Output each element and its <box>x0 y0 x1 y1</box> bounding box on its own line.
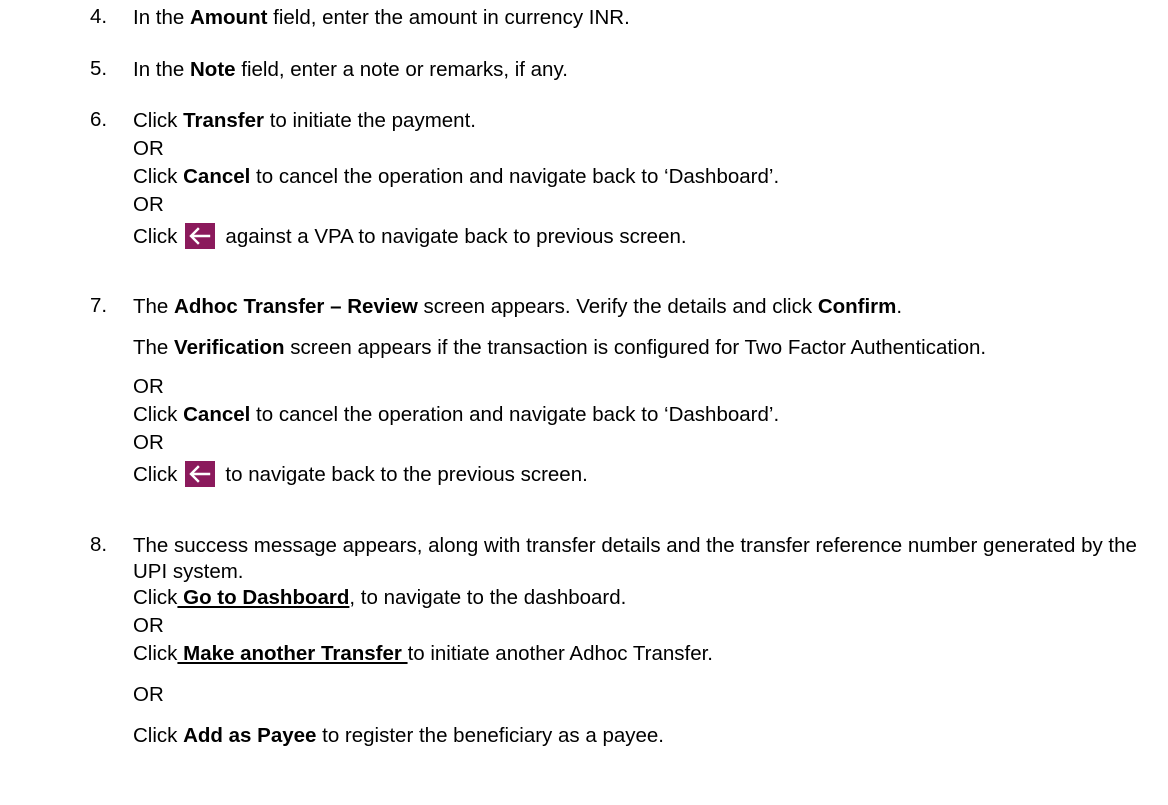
button-name-transfer: Transfer <box>183 109 265 132</box>
text: to initiate another Adhoc Transfer. <box>407 642 713 665</box>
text: In the <box>133 58 190 81</box>
or-separator: OR <box>133 431 164 454</box>
text: , to navigate to the dashboard. <box>349 586 627 609</box>
or-separator: OR <box>133 683 164 706</box>
text: to cancel the operation and navigate bac… <box>250 165 780 188</box>
text: Click <box>133 586 178 609</box>
text: Click <box>133 642 178 665</box>
button-name-cancel: Cancel <box>183 403 251 426</box>
button-name-confirm: Confirm <box>817 295 897 318</box>
or-separator: OR <box>133 193 164 216</box>
button-name-add-as-payee: Add as Payee <box>183 724 317 747</box>
text: Click <box>133 109 184 132</box>
step-number: 4. <box>90 5 108 28</box>
text: against a VPA to navigate back to previo… <box>225 225 687 248</box>
text: to cancel the operation and navigate bac… <box>250 403 780 426</box>
button-name-cancel: Cancel <box>183 165 251 188</box>
text: field, enter the amount in currency INR. <box>267 6 630 29</box>
text: Click <box>133 463 178 486</box>
screen-name-review: Adhoc Transfer – Review <box>174 295 418 318</box>
text: Click <box>133 403 184 426</box>
text: . <box>896 295 903 318</box>
text: field, enter a note or remarks, if any. <box>235 58 568 81</box>
step-number: 7. <box>90 294 108 317</box>
arrow-left-icon <box>185 461 216 487</box>
text: Click <box>133 225 178 248</box>
success-description: The success message appears, along with … <box>133 534 1137 583</box>
text: Click <box>133 724 184 747</box>
step-number: 6. <box>90 108 108 131</box>
arrow-left-icon <box>185 223 216 249</box>
or-separator: OR <box>133 614 164 637</box>
step-number: 8. <box>90 533 108 556</box>
or-separator: OR <box>133 137 164 160</box>
text: Click <box>133 165 184 188</box>
link-go-to-dashboard: Go to Dashboard <box>177 586 350 609</box>
text: The <box>133 295 175 318</box>
text: to register the beneficiary as a payee. <box>316 724 664 747</box>
step-number: 5. <box>90 57 108 80</box>
text: to initiate the payment. <box>264 109 476 132</box>
text: screen appears. Verify the details and c… <box>417 295 818 318</box>
or-separator: OR <box>133 375 164 398</box>
text: screen appears if the transaction is con… <box>284 336 987 359</box>
screen-name-verification: Verification <box>174 336 285 359</box>
field-name-amount: Amount <box>190 6 268 29</box>
link-make-another-transfer: Make another Transfer <box>177 642 408 665</box>
text: The <box>133 336 175 359</box>
text: to navigate back to the previous screen. <box>225 463 588 486</box>
field-name-note: Note <box>190 58 236 81</box>
text: In the <box>133 6 190 29</box>
